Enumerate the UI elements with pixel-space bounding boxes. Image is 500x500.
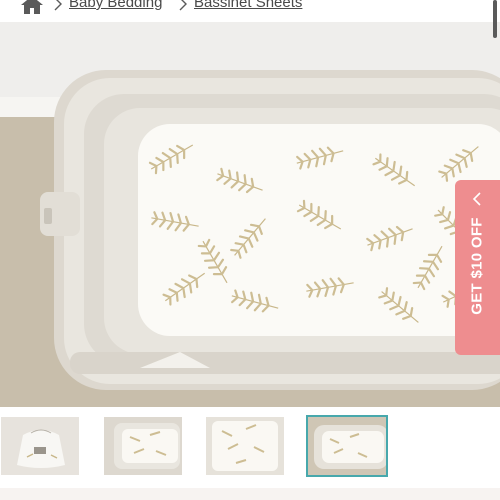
thumbnail-2[interactable] — [206, 417, 284, 475]
chevron-left-icon — [472, 192, 481, 206]
breadcrumb-link-bassinet-sheets[interactable]: Bassinet Sheets — [194, 0, 302, 11]
breadcrumb: Baby Bedding Bassinet Sheets — [0, 0, 500, 22]
home-icon[interactable] — [19, 0, 45, 14]
thumbnail-3[interactable] — [306, 415, 388, 477]
chevron-right-icon — [179, 0, 187, 11]
promo-label: GET $10 OFF — [468, 217, 486, 315]
product-main-image[interactable] — [0, 22, 500, 407]
chevron-right-icon — [54, 0, 62, 11]
get-discount-tab[interactable]: GET $10 OFF — [455, 180, 500, 355]
scrollbar-thumb[interactable] — [493, 0, 497, 38]
page-section-divider — [0, 488, 500, 500]
thumbnail-1[interactable] — [104, 417, 182, 475]
breadcrumb-link-baby-bedding[interactable]: Baby Bedding — [69, 0, 162, 11]
thumbnail-strip — [0, 407, 500, 500]
thumbnail-0[interactable] — [1, 417, 79, 475]
